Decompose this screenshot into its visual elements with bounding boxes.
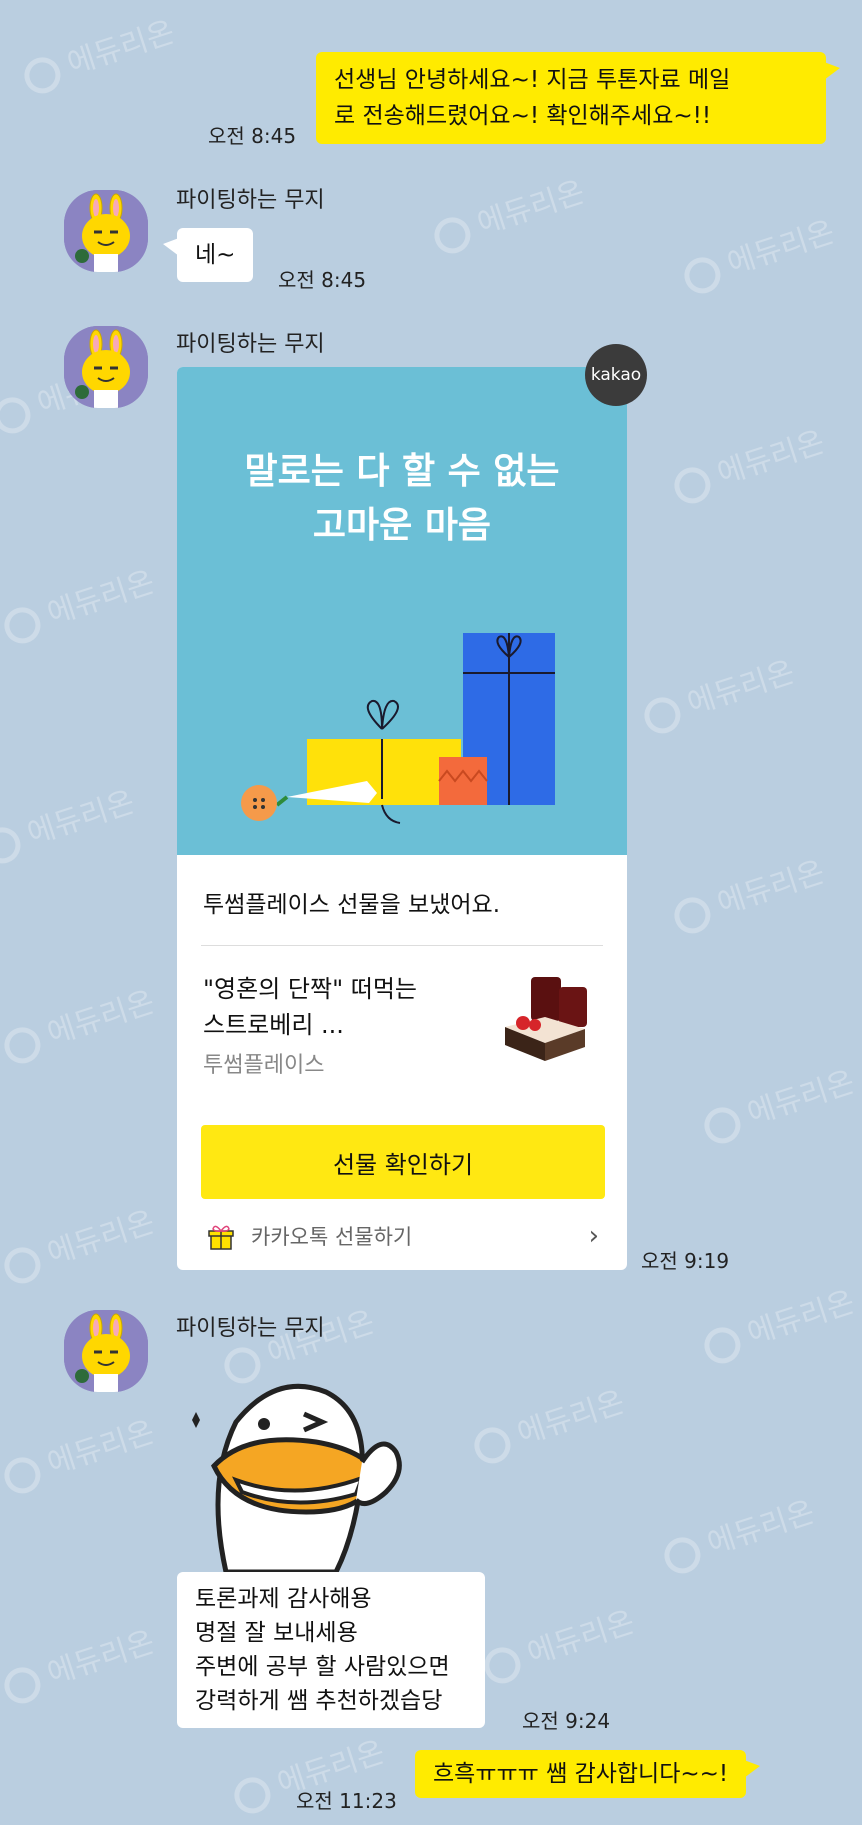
watermark: 에듀리온 (637, 647, 800, 738)
watermark: 에듀리온 (467, 1377, 630, 1468)
sender-name: 파이팅하는 무지 (176, 332, 325, 357)
watermark: 에듀리온 (697, 1277, 860, 1368)
duck-emoticon[interactable] (186, 1362, 426, 1572)
watermark: 에듀리온 (0, 777, 139, 868)
chevron-right-icon: › (588, 1221, 599, 1251)
watermark: 에듀리온 (0, 977, 159, 1068)
muzi-avatar-icon (64, 1310, 148, 1392)
message-time: 오전 9:19 (641, 1249, 730, 1273)
avatar[interactable] (64, 190, 148, 272)
message-text: 네~ (195, 242, 236, 268)
watermark: 에듀리온 (677, 207, 840, 298)
watermark: 에듀리온 (477, 1597, 640, 1688)
watermark: 에듀리온 (0, 1407, 159, 1498)
message-text: 선생님 안녕하세요~! 지금 투톤자료 메일 (334, 67, 731, 93)
check-gift-button[interactable]: 선물 확인하기 (201, 1125, 605, 1199)
kakao-gift-link[interactable]: 카카오톡 선물하기 › (203, 1219, 603, 1253)
avatar[interactable] (64, 326, 148, 408)
message-text: 강력하게 쌤 추천하겠습당 (195, 1688, 443, 1714)
gift-box-icon (208, 1225, 234, 1250)
gift-sent-text: 투썸플레이스 선물을 보냈어요. (203, 892, 501, 918)
message-time: 오전 11:23 (296, 1789, 397, 1813)
watermark: 에듀리온 (667, 847, 830, 938)
product-image (505, 977, 587, 1061)
message-text: 주변에 공부 할 사람있으면 (195, 1654, 450, 1680)
watermark: 에듀리온 (0, 557, 159, 648)
muzi-avatar-icon (64, 190, 148, 272)
kakao-badge: kakao (585, 344, 647, 406)
sender-name: 파이팅하는 무지 (176, 188, 325, 213)
product-brand: 투썸플레이스 (203, 1053, 325, 1078)
watermark: 에듀리온 (17, 7, 180, 98)
message-time: 오전 8:45 (208, 124, 297, 148)
message-time: 오전 8:45 (278, 268, 367, 292)
watermark: 에듀리온 (657, 1487, 820, 1578)
divider (201, 945, 603, 946)
watermark: 에듀리온 (427, 167, 590, 258)
gift-boxes-illustration (241, 633, 555, 824)
message-time: 오전 9:24 (522, 1709, 611, 1733)
their-message-bubble[interactable]: 토론과제 감사해용 명절 잘 보내세용 주변에 공부 할 사람있으면 강력하게 … (177, 1572, 485, 1728)
watermark: 에듀리온 (697, 1057, 860, 1148)
avatar[interactable] (64, 1310, 148, 1392)
watermark: 에듀리온 (0, 1617, 159, 1708)
message-text: 명절 잘 보내세용 (195, 1620, 358, 1646)
my-message-bubble[interactable]: 흐흑ㅠㅠㅠ 쌤 감사합니다~~! (415, 1750, 761, 1798)
their-message-bubble[interactable]: 네~ (162, 228, 254, 282)
muzi-avatar-icon (64, 326, 148, 408)
message-text: 토론과제 감사해용 (195, 1586, 372, 1612)
gift-card[interactable]: 말로는 다 할 수 없는 고마운 마음 투썸플레이스 선물을 보냈어요. "영혼… (177, 367, 627, 1270)
watermark: 에듀리온 (667, 417, 830, 508)
my-message-bubble[interactable]: 선생님 안녕하세요~! 지금 투톤자료 메일 로 전송해드렸어요~! 확인해주세… (316, 52, 840, 144)
product-name: 스트로베리 ... (203, 1011, 344, 1039)
message-text: 흐흑ㅠㅠㅠ 쌤 감사합니다~~! (433, 1761, 729, 1787)
gift-banner: 말로는 다 할 수 없는 고마운 마음 (177, 367, 627, 855)
watermark: 에듀리온 (0, 1197, 159, 1288)
gift-footer-label: 카카오톡 선물하기 (251, 1225, 413, 1249)
sender-name: 파이팅하는 무지 (176, 1316, 325, 1341)
message-text: 로 전송해드렸어요~! 확인해주세요~!! (334, 103, 712, 129)
product-name: "영혼의 단짝" 떠먹는 (203, 975, 417, 1003)
